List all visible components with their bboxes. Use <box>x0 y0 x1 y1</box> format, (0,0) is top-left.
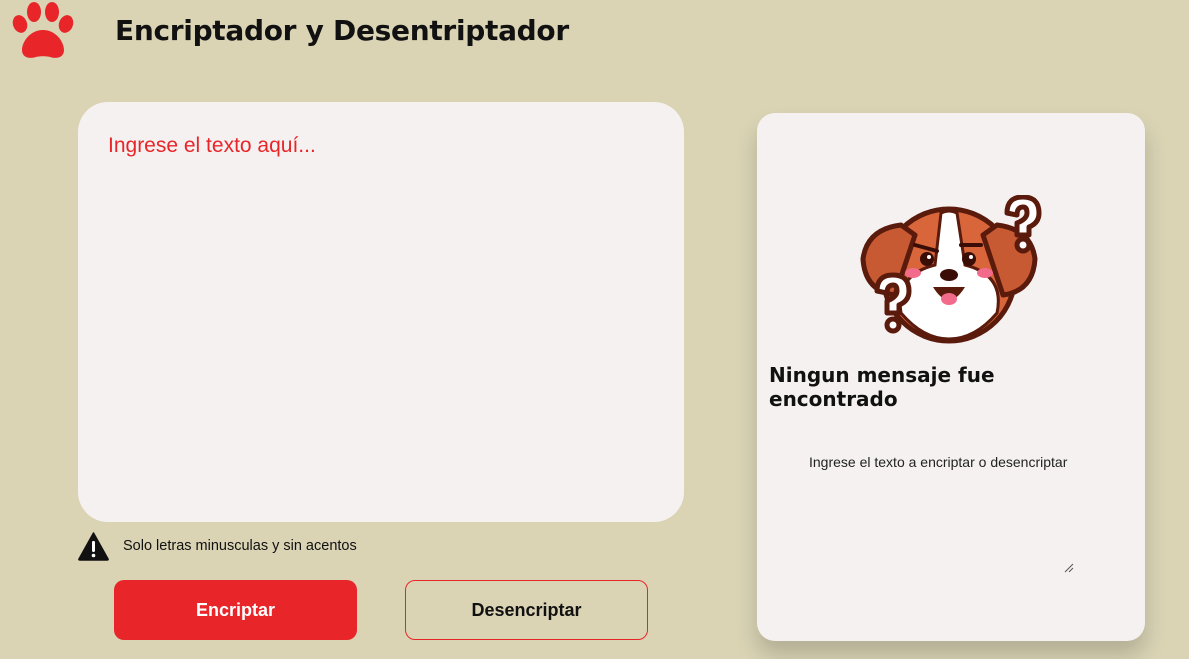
text-input[interactable] <box>78 102 684 522</box>
resize-handle-icon[interactable] <box>1064 563 1074 573</box>
warning-text: Solo letras minusculas y sin acentos <box>123 538 357 554</box>
input-card <box>78 102 684 522</box>
no-message-title: Ningun mensaje fue encontrado <box>769 363 995 411</box>
warning-row: Solo letras minusculas y sin acentos <box>78 531 357 561</box>
app-title: Encriptador y Desentriptador <box>115 14 569 47</box>
paw-icon <box>12 2 74 58</box>
output-card: Ningun mensaje fue encontrado Ingrese el… <box>757 113 1145 641</box>
decrypt-button[interactable]: Desencriptar <box>405 580 648 640</box>
encrypt-button[interactable]: Encriptar <box>114 580 357 640</box>
warning-icon <box>78 531 109 561</box>
no-message-subtitle: Ingrese el texto a encriptar o desencrip… <box>809 454 1068 470</box>
confused-dog-icon <box>860 195 1042 344</box>
